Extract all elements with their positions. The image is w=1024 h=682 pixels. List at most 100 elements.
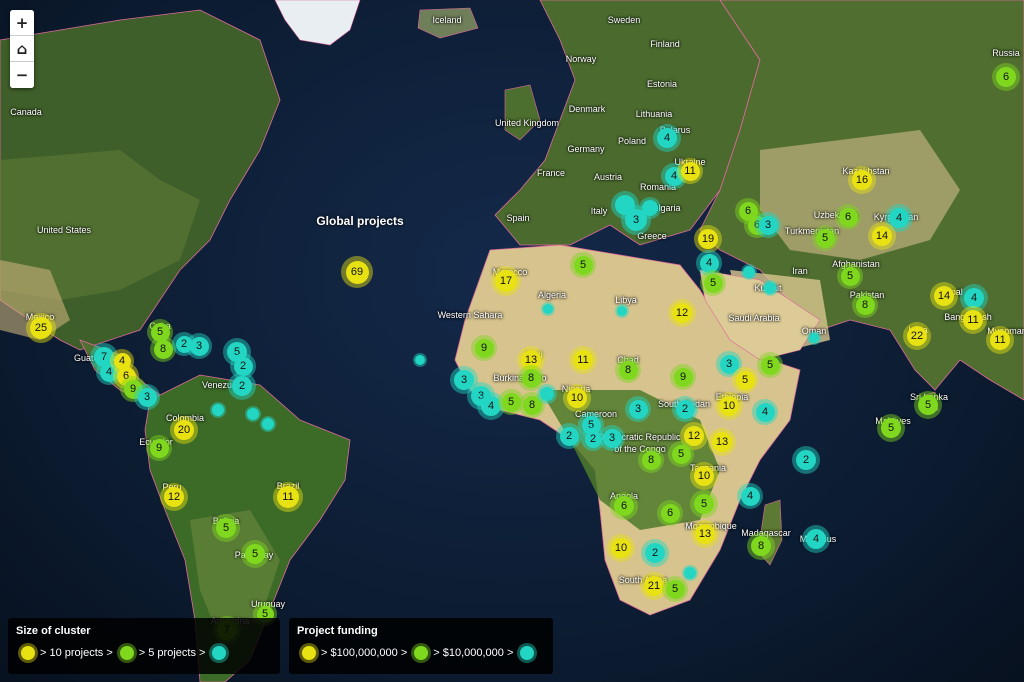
cluster-marker[interactable]: 20 xyxy=(170,416,198,444)
cluster-marker[interactable]: 5 xyxy=(877,414,905,442)
cluster-marker[interactable]: 13 xyxy=(691,520,719,548)
cluster-marker[interactable]: 2 xyxy=(641,539,669,567)
cluster-marker[interactable]: 12 xyxy=(160,483,188,511)
cluster-marker[interactable] xyxy=(413,353,427,367)
legend-yellow-swatch xyxy=(302,646,316,660)
cluster-marker[interactable]: 8 xyxy=(747,532,775,560)
cluster-marker[interactable]: 8 xyxy=(638,447,664,473)
cluster-count: 4 xyxy=(755,402,775,422)
cluster-marker[interactable] xyxy=(741,264,757,280)
cluster-marker[interactable]: 5 xyxy=(662,576,688,602)
cluster-count: 8 xyxy=(153,339,173,359)
cluster-marker[interactable]: 10 xyxy=(607,534,635,562)
cluster-marker[interactable]: 3 xyxy=(599,425,625,451)
cluster-count: 8 xyxy=(751,536,771,556)
cluster-count: 3 xyxy=(758,215,778,235)
cluster-marker[interactable]: 5 xyxy=(212,514,240,542)
cluster-count: 6 xyxy=(838,207,858,227)
zoom-out-button[interactable]: − xyxy=(10,62,34,88)
cluster-count: 2 xyxy=(796,450,816,470)
legend-green-swatch xyxy=(414,646,429,660)
cluster-count: 12 xyxy=(164,487,184,507)
cluster-marker[interactable]: 13 xyxy=(708,428,736,456)
cluster-marker[interactable] xyxy=(807,331,821,345)
cluster-marker[interactable]: 5 xyxy=(732,367,758,393)
cluster-count: 3 xyxy=(628,399,648,419)
cluster-marker[interactable]: 5 xyxy=(837,263,863,289)
cluster-marker[interactable]: 5 xyxy=(690,490,718,518)
cluster-marker[interactable]: 10 xyxy=(563,384,591,412)
zoom-in-button[interactable]: + xyxy=(10,10,34,36)
cluster-marker[interactable]: 4 xyxy=(653,124,681,152)
cluster-marker[interactable] xyxy=(762,280,778,296)
cluster-marker[interactable]: 5 xyxy=(914,391,942,419)
cluster-marker[interactable]: 9 xyxy=(670,364,696,390)
cluster-marker[interactable]: 8 xyxy=(615,357,641,383)
cluster-marker[interactable]: 11 xyxy=(273,482,303,512)
cluster-marker[interactable] xyxy=(682,565,698,581)
cluster-marker[interactable]: 6 xyxy=(657,500,683,526)
cluster-count: 2 xyxy=(645,543,665,563)
cluster-marker[interactable]: 6 xyxy=(992,63,1020,91)
cluster-count: 17 xyxy=(495,270,517,292)
cluster-marker[interactable]: 10 xyxy=(715,392,743,420)
cluster-marker[interactable]: 5 xyxy=(812,225,838,251)
cluster-marker[interactable]: 5 xyxy=(241,540,269,568)
cluster-marker[interactable]: 4 xyxy=(752,399,778,425)
cluster-count: 14 xyxy=(934,286,954,306)
cluster-marker[interactable]: 10 xyxy=(690,462,718,490)
cluster-marker[interactable]: 11 xyxy=(677,158,703,184)
cluster-count xyxy=(415,355,425,365)
cluster-marker[interactable]: 22 xyxy=(903,322,931,350)
cluster-count xyxy=(247,408,259,420)
cluster-marker[interactable]: 3 xyxy=(134,384,160,410)
cluster-marker[interactable]: 9 xyxy=(471,335,497,361)
cluster-marker[interactable]: 9 xyxy=(146,435,172,461)
cluster-marker[interactable] xyxy=(537,384,557,404)
cluster-marker[interactable]: 3 xyxy=(755,212,781,238)
cluster-marker[interactable]: 12 xyxy=(668,299,696,327)
cluster-marker[interactable]: 17 xyxy=(491,266,521,296)
cluster-count: 2 xyxy=(675,399,695,419)
cluster-marker[interactable]: 11 xyxy=(986,326,1014,354)
cluster-marker[interactable] xyxy=(260,416,276,432)
cluster-count: 9 xyxy=(673,367,693,387)
cluster-marker[interactable]: 25 xyxy=(26,313,56,343)
legend-yellow-swatch xyxy=(21,646,35,660)
cluster-marker[interactable]: 19 xyxy=(694,225,722,253)
cluster-count: 9 xyxy=(149,438,169,458)
cluster-marker[interactable]: 14 xyxy=(930,282,958,310)
cluster-count: 5 xyxy=(694,494,714,514)
cluster-marker[interactable] xyxy=(210,402,226,418)
cluster-marker[interactable]: 2 xyxy=(228,372,256,400)
cluster-marker[interactable]: 6 xyxy=(610,492,638,520)
cluster-marker[interactable]: 4 xyxy=(737,483,763,509)
cluster-marker[interactable]: 11 xyxy=(959,306,987,334)
cluster-marker[interactable]: 4 xyxy=(802,525,830,553)
cluster-count: 11 xyxy=(277,486,299,508)
cluster-marker[interactable]: 5 xyxy=(668,441,694,467)
cluster-marker[interactable]: 11 xyxy=(569,346,597,374)
cluster-marker[interactable]: 8 xyxy=(852,292,878,318)
cluster-marker[interactable]: 3 xyxy=(625,396,651,422)
cluster-marker[interactable]: 14 xyxy=(868,222,896,250)
cluster-marker[interactable] xyxy=(245,406,261,422)
home-icon[interactable]: ⌂ xyxy=(10,36,34,62)
cluster-marker[interactable]: 3 xyxy=(186,333,212,359)
cluster-marker[interactable] xyxy=(615,304,629,318)
cluster-count: 4 xyxy=(806,529,826,549)
world-map[interactable]: CanadaUnited StatesMexicoGuatemalaCubaVe… xyxy=(0,0,1024,682)
cluster-marker[interactable] xyxy=(541,302,555,316)
cluster-marker[interactable]: 5 xyxy=(570,252,596,278)
cluster-marker[interactable]: 5 xyxy=(700,270,726,296)
cluster-marker[interactable]: 2 xyxy=(792,446,820,474)
cluster-marker[interactable]: 6 xyxy=(835,204,861,230)
cluster-count: 5 xyxy=(665,579,685,599)
cluster-marker[interactable]: 16 xyxy=(848,166,876,194)
cluster-marker[interactable]: 2 xyxy=(672,396,698,422)
legend-label: > 10 projects > xyxy=(40,647,113,659)
cluster-marker[interactable]: 69 xyxy=(341,256,373,288)
cluster-marker[interactable]: 5 xyxy=(757,352,783,378)
cluster-marker[interactable] xyxy=(639,197,661,219)
cluster-count: 10 xyxy=(694,466,714,486)
